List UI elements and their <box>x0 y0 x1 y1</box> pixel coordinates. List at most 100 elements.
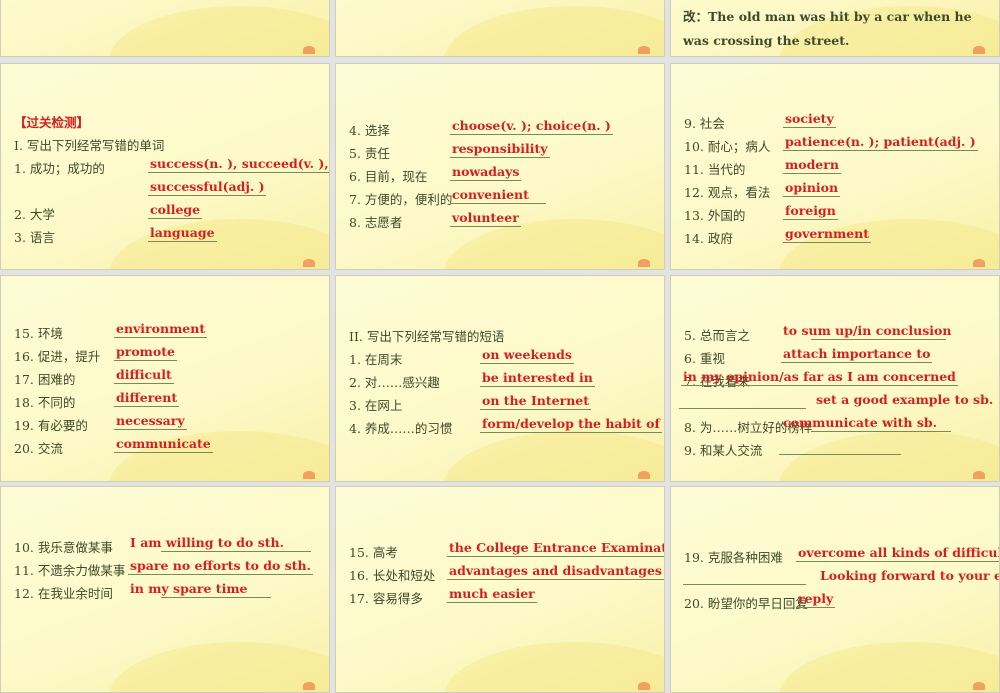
list-item: 20. 交流 communicate <box>1 435 329 458</box>
list-item: 11. 当代的 modern <box>671 156 999 179</box>
answer-text: attach importance to <box>781 346 933 363</box>
answer-text: in my spare time <box>130 581 248 596</box>
slide-4: 15. 环境 environment 16. 促进，提升 promote 17. 困难的… <box>0 275 330 482</box>
list-item: 6. 目前，现在 nowadays <box>336 163 664 186</box>
slide-top-middle <box>335 0 665 57</box>
answer-text: much easier <box>447 586 537 603</box>
leaf-icon <box>973 682 985 690</box>
item-prompt: 18. 不同的 <box>14 395 76 410</box>
list-item: 2. 对……感兴趣 be interested in <box>336 369 664 392</box>
answer-text: choose(v. ); choice(n. ) <box>450 118 613 135</box>
item-prompt: 9. 和某人交流 <box>684 443 763 458</box>
list-item: 20. 盼望你的早日回复 reply <box>671 590 999 613</box>
list-item: 19. 有必要的 necessary <box>1 412 329 435</box>
list-item: 3. 在网上 on the Internet <box>336 392 664 415</box>
answer-text: Looking forward to your early <box>820 568 999 583</box>
answer-text: overcome all kinds of difficulties <box>796 544 999 562</box>
item-prompt: 15. 高考 <box>349 545 398 560</box>
leaf-icon <box>303 682 315 690</box>
answer-text: society <box>783 111 836 128</box>
slide-9: 19. 克服各种困难 overcome all kinds of difficu l… <box>670 486 1000 693</box>
answer-text: government <box>783 226 872 243</box>
answer-text: on the Internet <box>480 393 592 410</box>
item-prompt: 6. 目前，现在 <box>349 169 428 184</box>
leaf-icon <box>973 46 985 54</box>
item-prompt: 17. 困难的 <box>14 372 76 387</box>
slide-3: 9. 社会 society 10. 耐心；病人 patience(n. ); pati… <box>670 63 1000 270</box>
slide-6: 5. 总而言之 to sum up/in conclusion 6. 重视 attac… <box>670 275 1000 482</box>
answer-text: nowadays <box>450 164 522 181</box>
answer-text: in my opinion/as far as I am concerned <box>681 369 958 386</box>
leaf-icon <box>638 682 650 690</box>
item-prompt: 1. 成功；成功的 <box>14 161 105 176</box>
list-item: 8. 为……树立好的榜样 communicate with sb. <box>671 414 999 437</box>
list-item: 2. 大学 college <box>1 201 329 224</box>
answer-text: communicate <box>114 436 213 453</box>
list-item: Looking forward to your early <box>671 567 999 590</box>
list-item: 5. 责任 responsibility <box>336 140 664 163</box>
list-item: 16. 促进，提升 promote <box>1 343 329 366</box>
answer-text: be interested in <box>480 370 595 387</box>
item-prompt: 19. 有必要的 <box>14 418 88 433</box>
leaf-icon <box>303 46 315 54</box>
list-item: 15. 环境 environment <box>1 320 329 343</box>
answer-text: promote <box>114 344 177 361</box>
list-item: 7. 方便的，便利的 convenient <box>336 186 664 209</box>
item-prompt: 14. 政府 <box>684 231 733 246</box>
answer-text: set a good example to sb. <box>816 392 994 407</box>
answer-text: foreign <box>783 203 838 220</box>
slide-top-right: 改：The old man was hit by a car when he w… <box>670 0 1000 57</box>
list-item: 5. 总而言之 to sum up/in conclusion <box>671 322 999 345</box>
item-prompt: 11. 当代的 <box>684 162 746 177</box>
leaf-icon <box>638 259 650 267</box>
list-item: successful(adj. ) <box>1 178 329 201</box>
slide-2: 4. 选择 choose(v. ); choice(n. ) 5. 责任 respon… <box>335 63 665 270</box>
answer-blank <box>679 406 806 409</box>
item-prompt: 6. 重视 <box>684 351 725 366</box>
answer-text: successful(adj. ) <box>148 179 267 196</box>
answer-text: environment <box>114 321 208 338</box>
list-item: 17. 困难的 difficult <box>1 366 329 389</box>
item-prompt: 11. 不遗余力做某事 <box>14 563 126 578</box>
item-prompt: 2. 大学 <box>14 207 55 222</box>
list-item: 3. 语言 language <box>1 224 329 247</box>
list-item: 7. 在我看来 in my opinion/as far as I am conc… <box>671 368 999 391</box>
answer-text: I am willing to do sth. <box>130 535 284 550</box>
list-item: 8. 志愿者 volunteer <box>336 209 664 232</box>
answer-text: to sum up/in conclusion <box>783 323 952 338</box>
slide-8: 15. 高考 the College Entrance Examination 16… <box>335 486 665 693</box>
correction-text: 改：The old man was hit by a car when he w… <box>683 9 972 48</box>
list-item: 4. 选择 choose(v. ); choice(n. ) <box>336 117 664 140</box>
slide-5: II. 写出下列经常写错的短语 1. 在周末 on weekends 2. 对……感兴… <box>335 275 665 482</box>
item-prompt: 12. 在我业余时间 <box>14 586 113 601</box>
item-prompt: 16. 促进，提升 <box>14 349 101 364</box>
answer-text: volunteer <box>450 210 521 227</box>
list-item: set a good example to sb. <box>671 391 999 414</box>
item-prompt: 4. 选择 <box>349 123 390 138</box>
list-item: II. 写出下列经常写错的短语 <box>336 323 664 346</box>
item-prompt: 20. 交流 <box>14 441 63 456</box>
item-prompt: 10. 我乐意做某事 <box>14 540 113 555</box>
answer-text: difficult <box>114 367 174 384</box>
item-prompt: 5. 总而言之 <box>684 328 750 343</box>
item-prompt: 3. 在网上 <box>349 398 403 413</box>
list-item: 19. 克服各种困难 overcome all kinds of difficul… <box>671 544 999 567</box>
item-prompt: 9. 社会 <box>684 116 725 131</box>
item-prompt: 3. 语言 <box>14 230 55 245</box>
list-item: 18. 不同的 different <box>1 389 329 412</box>
list-item: 4. 养成……的习惯 form/develop the habit of <box>336 415 664 438</box>
item-prompt: 17. 容易得多 <box>349 591 423 606</box>
leaf-icon <box>638 46 650 54</box>
list-item: 14. 政府 government <box>671 225 999 248</box>
leaf-icon <box>303 259 315 267</box>
list-item: 15. 高考 the College Entrance Examination <box>336 539 664 562</box>
list-item: 13. 外国的 foreign <box>671 202 999 225</box>
item-prompt: 15. 环境 <box>14 326 63 341</box>
slide-1: 【过关检测】 I. 写出下列经常写错的单词 1. 成功；成功的 success(n. … <box>0 63 330 270</box>
answer-text: responsibility <box>450 141 550 158</box>
answer-text: language <box>148 225 217 242</box>
item-prompt: 13. 外国的 <box>684 208 746 223</box>
leaf-icon <box>303 471 315 479</box>
item-prompt: II. 写出下列经常写错的短语 <box>349 329 505 344</box>
item-prompt: 19. 克服各种困难 <box>684 550 783 565</box>
